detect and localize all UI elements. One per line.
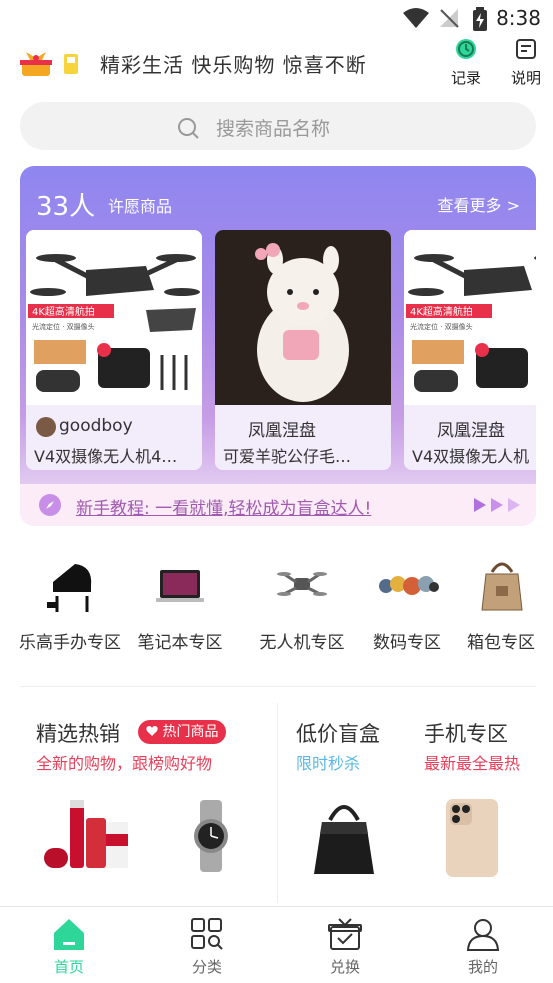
- card-info: goodboy V4双摄像无人机4…: [26, 405, 202, 470]
- category-bag[interactable]: 箱包专区: [446, 550, 553, 660]
- drone-badge: 4K超高清航拍: [32, 305, 95, 318]
- help-label: 说明: [510, 69, 541, 87]
- tab-label: 分类: [191, 958, 222, 976]
- watch-image: [194, 800, 228, 872]
- wifi-icon: [403, 8, 429, 28]
- handbag-image: [314, 805, 374, 874]
- heart-icon: [146, 726, 158, 736]
- app-header: 精彩生活 快乐购物 惊喜不断 记录 说明: [0, 38, 553, 90]
- card-product-title: V4双摄像无人机4…: [34, 447, 178, 466]
- card-product-title: 可爱羊驼公仔毛…: [223, 447, 352, 466]
- category-row: 乐高手办专区 笔记本专区 无人机专区 数码专区 箱包专区: [0, 550, 553, 660]
- cosmetics-image: [44, 800, 128, 868]
- header-slogan: 精彩生活 快乐购物 惊喜不断: [100, 53, 367, 77]
- gift-box-icon: [328, 918, 362, 950]
- document-icon: [516, 39, 536, 59]
- promo-sub: 全新的购物，跟榜购好物: [36, 754, 213, 773]
- battery-charging-icon: [473, 7, 487, 31]
- card-user-name: 凤凰涅盘: [248, 421, 316, 441]
- hot-badge-label: 热门商品: [162, 724, 219, 740]
- card-user-name: 凤凰涅盘: [437, 421, 505, 441]
- product-image-drone: 4K超高清航拍 光流定位 · 双摄像头: [26, 230, 202, 405]
- avatar: [36, 417, 56, 437]
- category-label: 无人机专区: [259, 633, 345, 653]
- phone-image: [446, 799, 498, 877]
- help-button[interactable]: 说明: [506, 38, 546, 88]
- tab-exchange[interactable]: 兑换: [305, 907, 385, 983]
- category-label: 乐高手办专区: [19, 633, 121, 653]
- drone-badge: 4K超高清航拍: [410, 305, 473, 318]
- tab-label: 我的: [467, 958, 498, 976]
- vertical-divider: [277, 703, 278, 903]
- compass-icon: [39, 494, 61, 516]
- no-signal-icon: [440, 9, 459, 28]
- piano-icon: [47, 564, 92, 612]
- wish-card[interactable]: 凤凰涅盘 可爱羊驼公仔毛…: [215, 230, 391, 470]
- card-product-title: V4双摄像无人机: [412, 447, 530, 466]
- category-drone[interactable]: 无人机专区: [247, 550, 357, 660]
- grid-search-icon: [191, 918, 223, 950]
- tab-mine[interactable]: 我的: [443, 907, 523, 983]
- product-image-drone: 4K超高清航拍 光流定位 · 双摄像头: [404, 230, 536, 405]
- status-bar: 8:38: [0, 0, 553, 38]
- status-time: 8:38: [496, 6, 541, 30]
- bottom-nav: 首页 分类 兑换 我的: [0, 906, 553, 983]
- promo-sub: 最新最全最热: [424, 754, 521, 773]
- card-user-name: goodboy: [59, 416, 133, 436]
- app-screen: 8:38 精彩生活 快乐购物 惊喜不断 记录 说明 搜索商品名称 33人 许愿商…: [0, 0, 553, 983]
- product-image-plush: [215, 230, 391, 405]
- card-info: 凤凰涅盘 可爱羊驼公仔毛…: [215, 405, 391, 470]
- wish-banner: 33人 许愿商品 查看更多 > 4K超高清航拍 光流定位 · 双摄像头 good…: [20, 166, 536, 526]
- tutorial-bar[interactable]: 新手教程: 一看就懂,轻松成为盲盒达人!: [20, 484, 536, 526]
- promo-title: 低价盲盒: [296, 722, 380, 746]
- tab-home[interactable]: 首页: [29, 907, 109, 983]
- drone-icon: [277, 572, 327, 596]
- card-info: 凤凰涅盘 V4双摄像无人机: [404, 405, 536, 470]
- home-icon: [54, 919, 84, 950]
- tab-category[interactable]: 分类: [167, 907, 247, 983]
- category-label: 笔记本专区: [137, 633, 223, 653]
- see-more-link[interactable]: 查看更多 >: [438, 192, 521, 216]
- hot-badge: 热门商品: [138, 720, 227, 744]
- wish-count: 33人: [36, 192, 96, 222]
- user-icon: [466, 919, 500, 951]
- wish-card[interactable]: 4K超高清航拍 光流定位 · 双摄像头 凤凰涅盘 V4双摄像无人机: [404, 230, 536, 470]
- drone-sub: 光流定位 · 双摄像头: [32, 322, 95, 331]
- clock-icon: [456, 39, 476, 59]
- search-bar[interactable]: 搜索商品名称: [20, 102, 536, 150]
- divider: [20, 686, 536, 687]
- record-button[interactable]: 记录: [446, 38, 486, 88]
- bag-icon: [481, 562, 523, 611]
- app-logo: [20, 52, 78, 76]
- category-laptop[interactable]: 笔记本专区: [125, 550, 235, 660]
- wish-tag: 许愿商品: [108, 197, 173, 216]
- category-label: 箱包专区: [467, 633, 535, 653]
- earbuds-icon: [379, 576, 439, 595]
- tutorial-link[interactable]: 新手教程: 一看就懂,轻松成为盲盒达人!: [76, 494, 371, 519]
- laptop-icon: [156, 570, 204, 602]
- promo-title: 手机专区: [424, 722, 508, 746]
- promo-sub: 限时秒杀: [296, 754, 361, 773]
- record-label: 记录: [450, 69, 481, 87]
- promo-title: 精选热销: [36, 722, 120, 746]
- tab-label: 首页: [53, 958, 84, 976]
- drone-sub: 光流定位 · 双摄像头: [410, 322, 473, 331]
- triple-arrow-icon: [474, 498, 520, 512]
- wish-card[interactable]: 4K超高清航拍 光流定位 · 双摄像头 goodboy V4双摄像无人机4…: [26, 230, 202, 470]
- tab-label: 兑换: [329, 958, 360, 976]
- search-icon: [178, 118, 199, 139]
- category-lego[interactable]: 乐高手办专区: [15, 550, 125, 660]
- search-placeholder: 搜索商品名称: [216, 118, 331, 140]
